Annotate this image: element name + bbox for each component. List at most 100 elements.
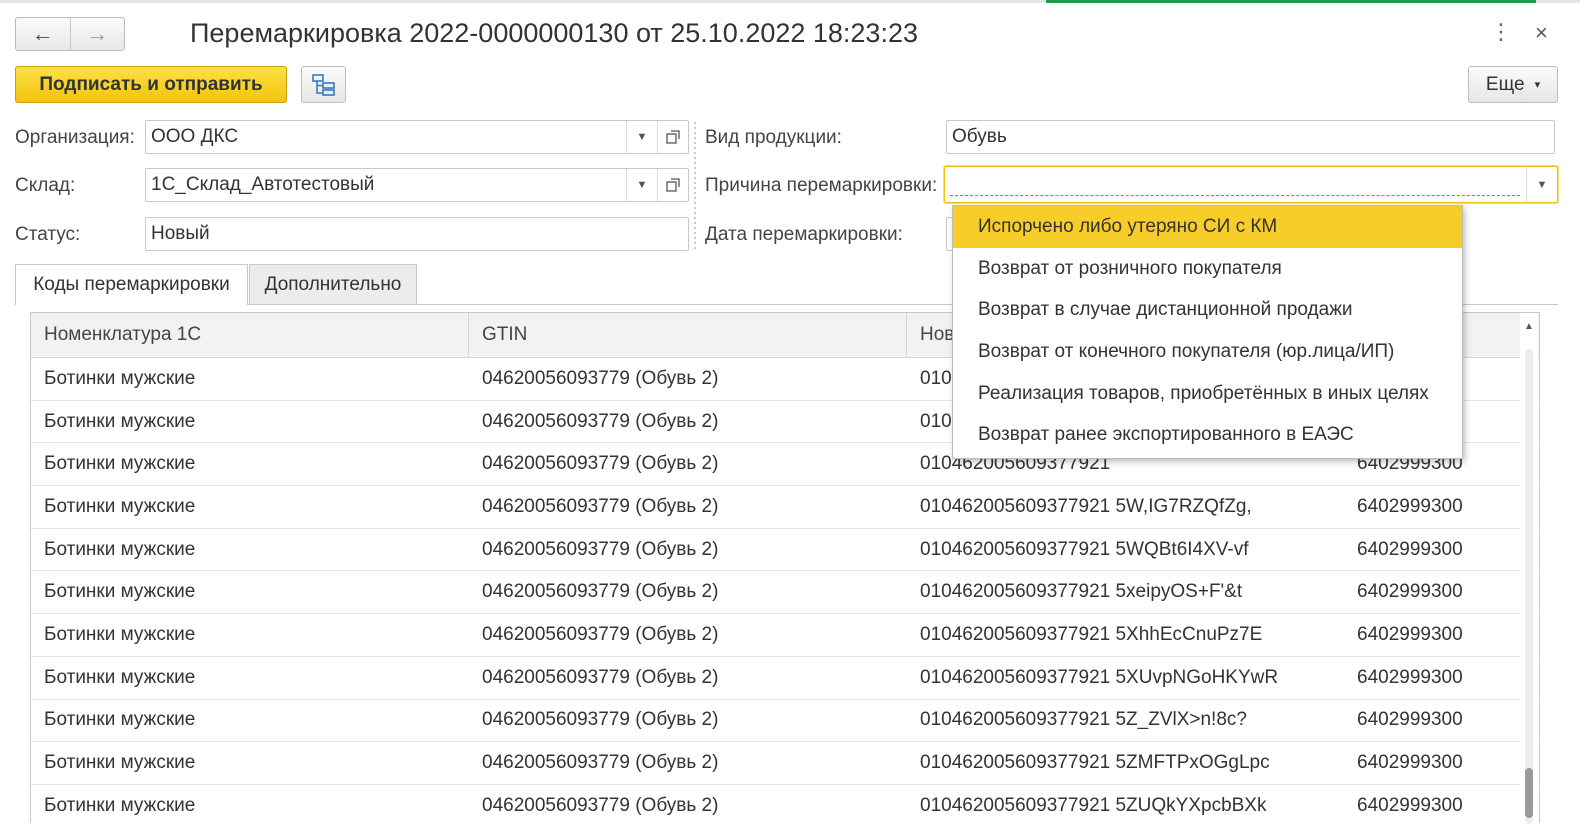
chevron-down-icon[interactable]: ▼ [626,169,657,201]
tab-label: Дополнительно [264,273,402,295]
dropdown-option[interactable]: Возврат в случае дистанционной продажи [953,289,1462,331]
page-title: Перемаркировка 2022-0000000130 от 25.10.… [190,18,918,48]
table-cell: 010462005609377921 5ZUQkYXpcbBXk [920,794,1267,816]
tab-additional[interactable]: Дополнительно [249,264,417,304]
arrow-right-icon: → [86,21,109,46]
column-separator [694,122,696,252]
table-cell: 010462005609377921 5WQBt6I4XV-vf [920,538,1249,560]
table-cell: 04620056093779 (Обувь 2) [482,453,719,475]
table-cell: 6402999300 [1357,495,1463,517]
dropdown-option[interactable]: Возврат от розничного покупателя [953,248,1462,290]
table-cell: 6402999300 [1357,538,1463,560]
table-row[interactable]: Ботинки мужские 04620056093779 (Обувь 2) 0… [31,571,1539,615]
dropdown-option[interactable]: Испорчено либо утеряно СИ с КМ [953,206,1462,248]
more-button[interactable]: Еще ▾ [1468,66,1558,103]
status-field: Новый [145,217,689,251]
reason-select[interactable]: ▼ [944,166,1558,203]
table-cell: 010462005609377921 5XUvpNGoHKYwR [920,666,1279,688]
dropdown-option[interactable]: Реализация товаров, приобретённых в иных… [953,373,1462,415]
table-row[interactable]: Ботинки мужские 04620056093779 (Обувь 2) 0… [31,785,1539,823]
table-cell: Ботинки мужские [44,410,196,432]
table-cell: Ботинки мужские [44,581,196,603]
table-cell: 010462005609377921 5Z_ZVlX>n!8c? [920,709,1247,731]
table-cell: Ботинки мужские [44,752,196,774]
table-cell: 6402999300 [1357,666,1463,688]
column-header-nomenclature[interactable]: Номенклатура 1С [31,313,469,357]
table-cell: 04620056093779 (Обувь 2) [482,410,719,432]
table-cell: Ботинки мужские [44,367,196,389]
tab-label: Коды перемаркировки [33,274,230,295]
table-cell: Ботинки мужские [44,666,196,688]
forward-button[interactable]: → [69,18,125,50]
hierarchy-icon [311,73,335,96]
table-row[interactable]: Ботинки мужские 04620056093779 (Обувь 2) 0… [31,614,1539,657]
table-row[interactable]: Ботинки мужские 04620056093779 (Обувь 2) 0… [31,700,1539,743]
table-cell: Ботинки мужские [44,495,196,517]
chevron-down-icon[interactable]: ▼ [626,121,657,153]
more-button-label: Еще [1485,73,1525,95]
open-icon[interactable] [657,121,688,153]
status-label: Статус: [15,224,81,245]
close-icon[interactable]: × [1535,20,1548,46]
table-cell: 04620056093779 (Обувь 2) [482,752,719,774]
reason-dropdown-list: Испорчено либо утеряно СИ с КМ Возврат о… [952,205,1463,459]
dropdown-option[interactable]: Возврат от конечного покупателя (юр.лица… [953,331,1462,373]
table-cell: 010462005609377921 5XhhEcCnuPz7E [920,623,1263,645]
more-actions-icon[interactable]: ⋮ [1490,21,1512,43]
sign-and-send-button[interactable]: Подписать и отправить [15,66,287,103]
table-cell: Ботинки мужские [44,623,196,645]
table-cell: 04620056093779 (Обувь 2) [482,794,719,816]
chevron-down-icon[interactable]: ▼ [1526,167,1557,202]
product-type-value: Обувь [952,126,1007,147]
tab-remark-codes[interactable]: Коды перемаркировки [15,264,248,305]
warehouse-label: Склад: [15,175,76,196]
reason-label: Причина перемаркировки: [705,175,938,196]
table-cell: Ботинки мужские [44,538,196,560]
table-cell: 6402999300 [1357,794,1463,816]
table-cell: Ботинки мужские [44,794,196,816]
organization-label: Организация: [15,127,135,148]
table-row[interactable]: Ботинки мужские 04620056093779 (Обувь 2) 0… [31,657,1539,700]
table-cell: 04620056093779 (Обувь 2) [482,623,719,645]
table-cell: 6402999300 [1357,581,1463,603]
remark-date-label: Дата перемаркировки: [705,224,903,245]
scroll-thumb[interactable] [1525,768,1533,818]
table-cell: Ботинки мужские [44,709,196,731]
warehouse-value: 1С_Склад_Автотестовый [151,174,375,195]
warehouse-field[interactable]: 1С_Склад_Автотестовый ▼ [145,168,689,202]
table-scrollbar[interactable]: ▲ [1520,313,1538,824]
table-cell: 04620056093779 (Обувь 2) [482,495,719,517]
product-type-field: Обувь [946,120,1555,154]
table-cell: 6402999300 [1357,709,1463,731]
column-header-gtin[interactable]: GTIN [469,313,907,357]
back-button[interactable]: ← [16,18,70,50]
table-cell: 04620056093779 (Обувь 2) [482,709,719,731]
open-icon[interactable] [657,169,688,201]
table-cell: 6402999300 [1357,623,1463,645]
table-row[interactable]: Ботинки мужские 04620056093779 (Обувь 2) 0… [31,742,1539,785]
document-structure-button[interactable] [301,66,346,103]
table-row[interactable]: Ботинки мужские 04620056093779 (Обувь 2) 0… [31,529,1539,572]
table-cell: 04620056093779 (Обувь 2) [482,367,719,389]
table-cell: 6402999300 [1357,752,1463,774]
table-cell: 010462005609377921 5ZMFTPxOGgLpc [920,752,1270,774]
organization-field[interactable]: ООО ДКС ▼ [145,120,689,154]
arrow-left-icon: ← [31,21,54,46]
table-row[interactable]: Ботинки мужские 04620056093779 (Обувь 2) 0… [31,486,1539,529]
navigation-buttons: ← → [15,17,125,51]
table-cell: 04620056093779 (Обувь 2) [482,666,719,688]
product-type-label: Вид продукции: [705,127,842,148]
table-cell: 04620056093779 (Обувь 2) [482,538,719,560]
reason-value[interactable] [950,173,1520,196]
status-value: Новый [151,223,210,244]
dropdown-option[interactable]: Возврат ранее экспортированного в ЕАЭС [953,414,1462,456]
organization-value: ООО ДКС [151,126,239,147]
window-top-line [0,0,1580,3]
table-cell: 04620056093779 (Обувь 2) [482,581,719,603]
table-cell: 010462005609377921 5W,IG7RZQfZg, [920,495,1252,517]
table-cell: Ботинки мужские [44,453,196,475]
table-cell: 010462005609377921 5xeipyOS+F'&t [920,581,1243,603]
scroll-track[interactable] [1525,349,1533,824]
scroll-up-icon[interactable]: ▲ [1524,321,1534,332]
chevron-down-icon: ▾ [1534,79,1541,91]
